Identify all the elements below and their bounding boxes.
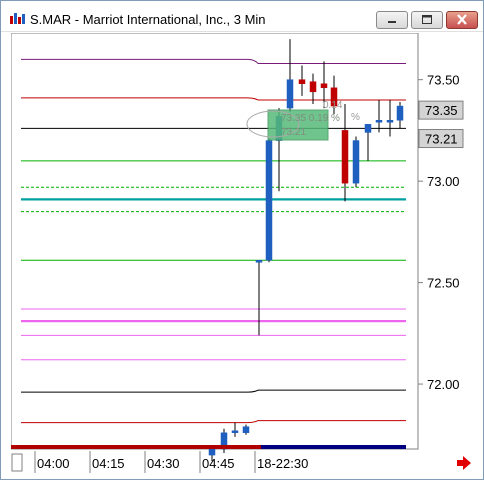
candle: [364, 124, 372, 133]
app-chart-icon: [10, 13, 25, 24]
candle: [286, 79, 294, 109]
bottom-bar: [11, 445, 406, 449]
y-tick-label: 73.00: [427, 174, 460, 189]
candle: [208, 448, 216, 456]
candle: [341, 130, 349, 184]
candle: [309, 81, 317, 93]
price-tag-label: 73.35: [425, 103, 458, 118]
maximize-button[interactable]: [411, 11, 443, 29]
candle: [255, 260, 263, 263]
candle: [386, 120, 394, 123]
minimize-icon: [388, 21, 396, 23]
close-icon: [457, 14, 467, 25]
scroll-right-arrow-icon[interactable]: [457, 456, 471, 470]
box-label-2: 73.21: [281, 127, 306, 138]
price-chart[interactable]: 73.35 0.19 % 73.21 0.14 % 73.50 73.00 72.5…: [10, 32, 477, 479]
y-axis: 73.50 73.00 72.50 72.00: [418, 73, 460, 392]
pct-sign: %: [351, 112, 360, 123]
pct-label: 0.14: [323, 100, 343, 111]
close-button[interactable]: [446, 11, 478, 29]
price-tags: 73.35 73.21: [418, 100, 464, 149]
candle: [375, 120, 383, 123]
plot-frame: [10, 32, 419, 450]
x-tick-label: 04:00: [37, 456, 70, 471]
minimize-button[interactable]: [376, 11, 408, 29]
chart-area[interactable]: 73.35 0.19 % 73.21 0.14 % 73.50 73.00 72.5…: [10, 32, 477, 479]
y-tick-label: 73.50: [427, 73, 460, 88]
candle: [242, 426, 250, 434]
window-title: S.MAR - Marriot International, Inc., 3 M…: [30, 12, 266, 27]
candle: [396, 105, 404, 121]
y-tick-label: 72.00: [427, 377, 460, 392]
title-bar[interactable]: S.MAR - Marriot International, Inc., 3 M…: [1, 1, 483, 32]
x-tick-label: 04:15: [92, 456, 125, 471]
x-axis-corner: [11, 453, 23, 472]
x-axis: 04:00 04:15 04:30 04:45 18-22:30: [11, 451, 308, 473]
box-label-1: 73.35 0.19 %: [281, 113, 340, 124]
bottom-bar-blue: [261, 445, 406, 449]
candle: [352, 140, 360, 184]
x-tick-label: 04:30: [147, 456, 180, 471]
y-tick-label: 72.50: [427, 276, 460, 291]
candle: [231, 430, 239, 434]
maximize-icon: [422, 15, 432, 24]
price-tag-label: 73.21: [425, 132, 458, 147]
chart-window: S.MAR - Marriot International, Inc., 3 M…: [0, 0, 484, 480]
candle: [320, 83, 328, 89]
candle: [265, 140, 273, 261]
bottom-bar-red: [11, 445, 261, 449]
x-tick-label: 18-22:30: [257, 456, 308, 471]
x-tick-label: 04:45: [202, 456, 235, 471]
candle: [298, 79, 306, 84]
